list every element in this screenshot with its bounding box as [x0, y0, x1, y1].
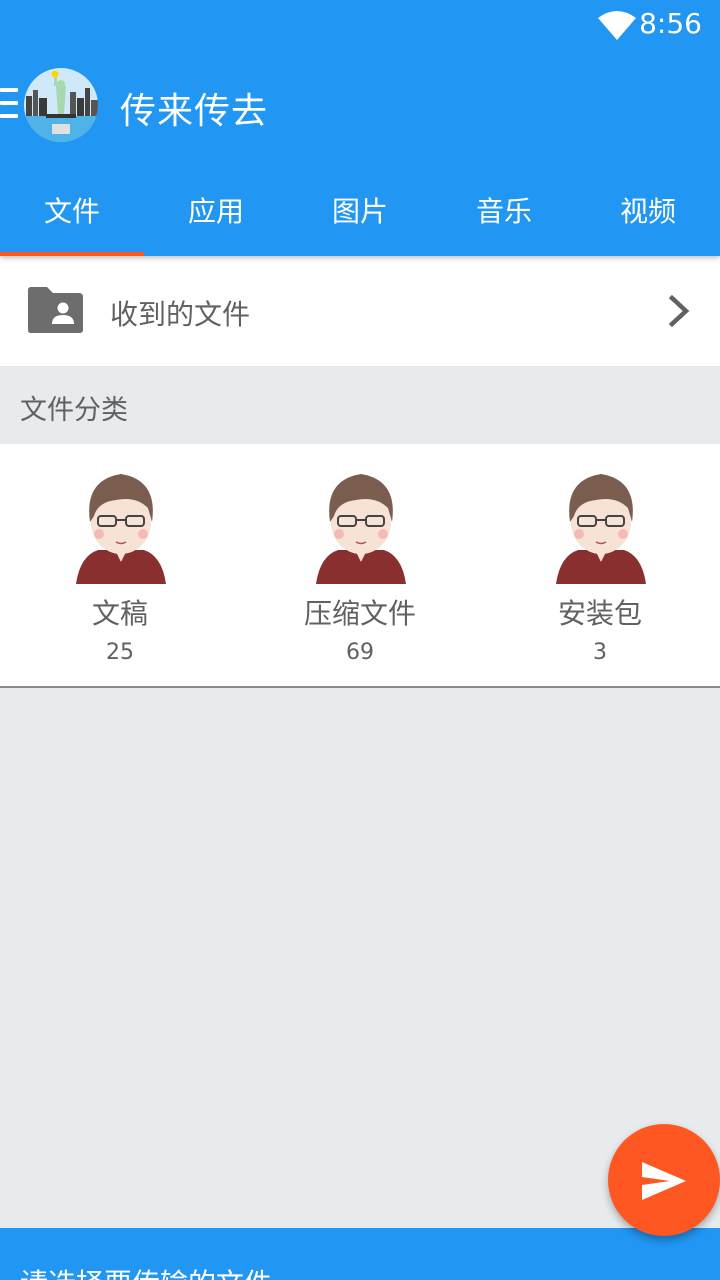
- selection-bottom-bar: 请选择要传输的文件: [0, 1228, 720, 1280]
- cartoon-avatar-icon: [556, 474, 646, 584]
- category-count: 25: [106, 640, 134, 665]
- category-count: 3: [593, 640, 607, 665]
- category-archives[interactable]: 压缩文件 69: [240, 460, 480, 680]
- menu-icon[interactable]: [0, 88, 20, 118]
- category-documents[interactable]: 文稿 25: [0, 460, 240, 680]
- tab-files[interactable]: 文件: [0, 170, 144, 256]
- category-label: 压缩文件: [303, 597, 416, 630]
- status-time: 8:56: [639, 7, 702, 40]
- tab-apps[interactable]: 应用: [144, 170, 288, 256]
- tab-bar: 文件 应用 图片 音乐 视频: [0, 170, 720, 256]
- status-bar: 8:56: [0, 0, 720, 50]
- send-icon: [642, 1162, 686, 1200]
- cartoon-avatar-icon: [316, 474, 406, 584]
- statue-of-liberty-avatar-icon: [24, 68, 98, 142]
- received-files-row[interactable]: [0, 256, 720, 366]
- tab-music[interactable]: 音乐: [432, 170, 576, 256]
- chevron-right-icon: [668, 294, 690, 328]
- tab-pictures[interactable]: 图片: [288, 170, 432, 256]
- app-header: 8:56 传来传去 文件 应用 图片 音乐 视频: [0, 0, 720, 256]
- received-files-label: 收到的文件: [110, 298, 251, 331]
- app-title: 传来传去: [120, 91, 269, 132]
- wifi-icon: [598, 11, 636, 40]
- tab-videos[interactable]: 视频: [576, 170, 720, 256]
- selection-hint-text: 请选择要传输的文件: [20, 1262, 272, 1280]
- folder-shared-icon: [28, 287, 83, 333]
- user-avatar[interactable]: [24, 68, 98, 142]
- category-installers[interactable]: 安装包 3: [480, 460, 720, 680]
- file-categories-title: 文件分类: [20, 395, 128, 426]
- cartoon-avatar-icon: [76, 474, 166, 584]
- category-count: 69: [346, 640, 374, 665]
- category-label: 文稿: [91, 597, 148, 630]
- category-label: 安装包: [557, 597, 642, 630]
- send-fab-button[interactable]: [608, 1124, 720, 1236]
